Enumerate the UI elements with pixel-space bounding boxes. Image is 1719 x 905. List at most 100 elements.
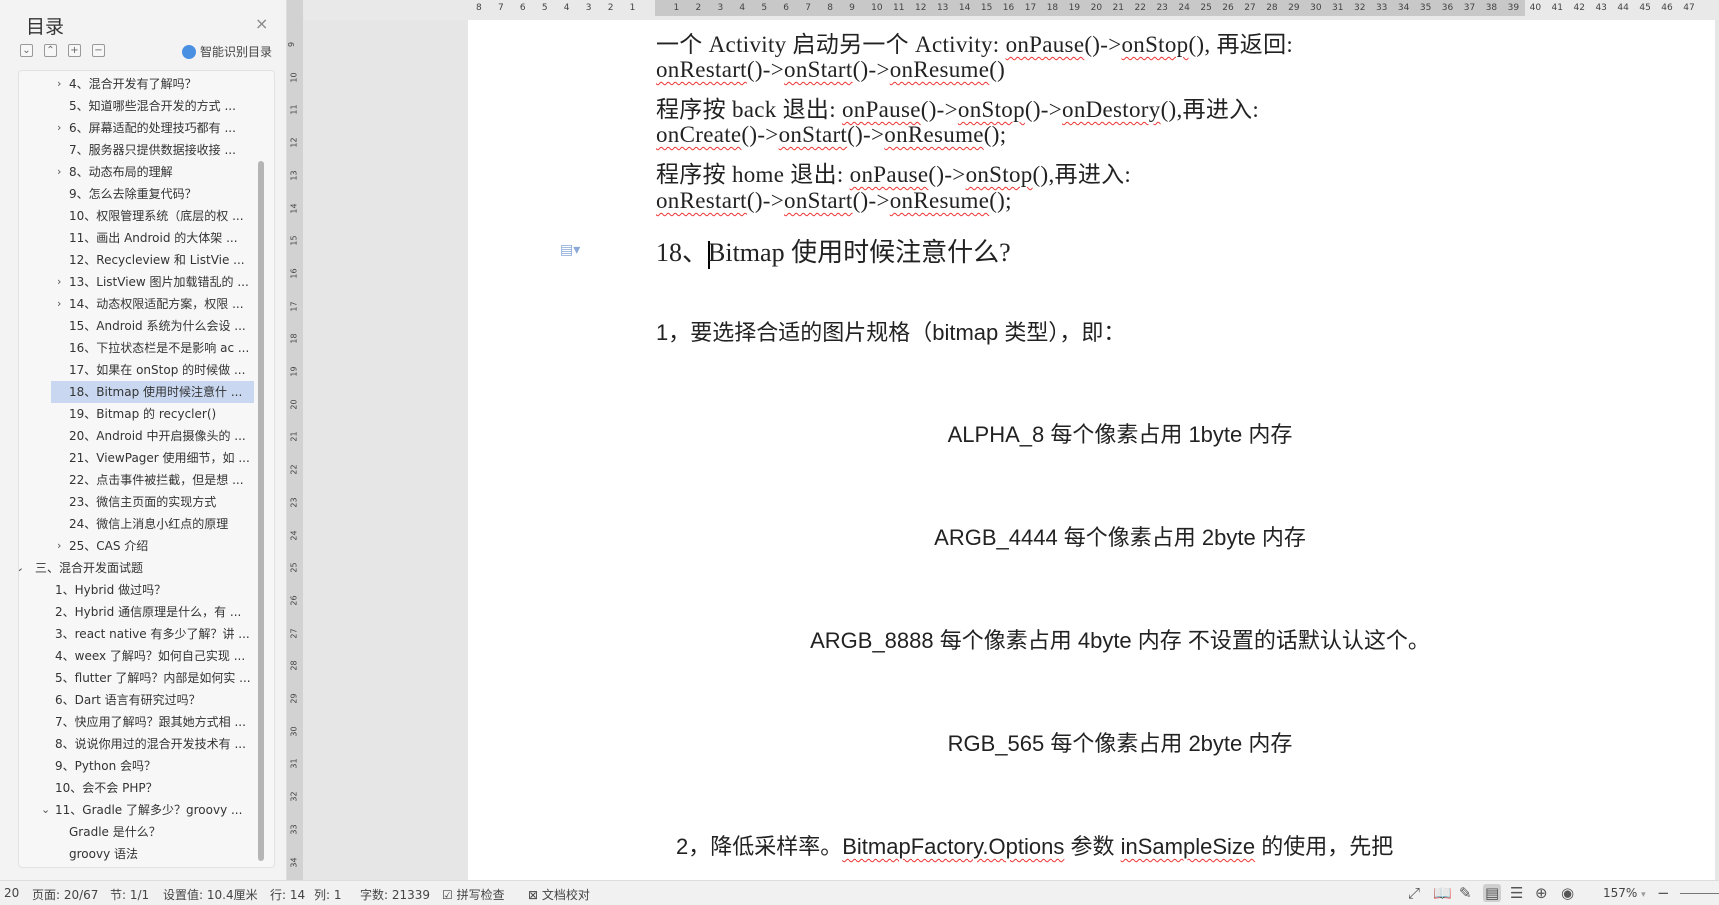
reading-mode-icon[interactable]: 📖	[1433, 884, 1452, 902]
collapse-icon[interactable]: −	[92, 44, 105, 57]
toc-item[interactable]: 24、微信上消息小红点的原理	[19, 513, 257, 535]
toc-item[interactable]: › 13、ListView 图片加载错乱的 ...	[19, 271, 257, 293]
toc-item[interactable]: 9、怎么去除重复代码？	[19, 183, 257, 205]
toc-item[interactable]: 23、微信主页面的实现方式	[19, 491, 257, 513]
zoom-level[interactable]: 157% ▾	[1603, 886, 1646, 900]
toc-item[interactable]: 7、快应用了解吗？跟其她方式相 ...	[19, 711, 257, 733]
fullscreen-icon[interactable]: ⤢	[1408, 884, 1420, 902]
toc-item-label: 三、混合开发面试题	[35, 561, 144, 575]
ruler-tick: 17	[1024, 3, 1037, 13]
toc-item[interactable]: 4、weex 了解吗？如何自己实现 ...	[19, 645, 257, 667]
doc-line: onRestart()->onStart()->onResume()	[656, 57, 1006, 82]
toc-item[interactable]: 3、react native 有多少了解？讲 ...	[19, 623, 257, 645]
page-indicator[interactable]: 页面: 20/67	[32, 886, 98, 903]
toc-item[interactable]: ⌄ 三、混合开发面试题	[19, 557, 257, 579]
ruler-tick: 30	[1310, 3, 1322, 13]
toc-item[interactable]: 15、Android 系统为什么会设 ...	[19, 315, 257, 337]
doc-line: onCreate()->onStart()->onResume();	[656, 122, 1007, 147]
smart-toc-button[interactable]: 智能识别目录	[182, 43, 272, 60]
toc-item[interactable]: 18、Bitmap 使用时候注意什 ...	[51, 381, 254, 403]
collapse-up-icon[interactable]: ⌃	[44, 44, 57, 57]
toc-item[interactable]: 10、会不会 PHP？	[19, 777, 257, 799]
zoom-slider[interactable]	[1680, 893, 1719, 894]
chevron-right-icon[interactable]: ›	[57, 73, 61, 95]
chevron-right-icon[interactable]: ›	[57, 117, 61, 139]
toc-item[interactable]: › 8、动态布局的理解	[19, 161, 257, 183]
toc-item-label: 7、服务器只提供数据接收接 ...	[69, 143, 236, 157]
toc-item[interactable]: Gradle 是什么？	[19, 821, 257, 843]
ruler-tick: 24	[289, 529, 299, 541]
toc-item[interactable]: 20、Android 中开启摄像头的 ...	[19, 425, 257, 447]
eye-protection-icon[interactable]: ◉	[1561, 884, 1574, 902]
toc-item-label: 4、混合开发有了解吗？	[69, 77, 197, 91]
word-count[interactable]: 字数: 21339	[360, 886, 430, 903]
toc-item[interactable]: 22、点击事件被拦截，但是想 ...	[19, 469, 257, 491]
ruler-tick: 42	[1573, 3, 1585, 13]
doc-line: 一个 Activity 启动另一个 Activity: onPause()->o…	[656, 32, 1294, 57]
toc-scrollbar[interactable]	[258, 161, 264, 861]
chevron-down-icon[interactable]: ⌄	[41, 799, 50, 821]
doc-line: 程序按 home 退出: onPause()->onStop(),再进入:	[656, 162, 1132, 187]
outline-view-icon[interactable]: ☰	[1510, 884, 1523, 902]
ruler-tick: 23	[289, 497, 299, 508]
proofread-button[interactable]: ⊠ 文档校对	[528, 886, 590, 903]
ruler-tick: 41	[1551, 3, 1563, 13]
toc-item-label: 22、点击事件被拦截，但是想 ...	[69, 473, 244, 487]
toc-item[interactable]: 6、Dart 语言有研究过吗？	[19, 689, 257, 711]
toc-item[interactable]: › 4、混合开发有了解吗？	[19, 73, 257, 95]
toc-item[interactable]: 17、如果在 onStop 的时候做 ...	[19, 359, 257, 381]
toc-item[interactable]: 8、说说你用过的混合开发技术有 ...	[19, 733, 257, 755]
document-page[interactable]: 一个 Activity 启动另一个 Activity: onPause()->o…	[468, 20, 1715, 880]
toc-item[interactable]: 1、Hybrid 做过吗？	[19, 579, 257, 601]
ruler-tick: 20	[1090, 3, 1103, 13]
toc-item[interactable]: groovy 语法	[19, 843, 257, 865]
toc-item[interactable]: ⌄ 11、Gradle 了解多少？groovy ...	[19, 799, 257, 821]
toc-item[interactable]: 2、Hybrid 通信原理是什么，有 ...	[19, 601, 257, 623]
toc-item-label: 2、Hybrid 通信原理是什么，有 ...	[55, 605, 242, 619]
ruler-tick: 20	[289, 399, 299, 410]
web-view-icon[interactable]: ⊕	[1535, 884, 1548, 902]
heading-text: Bitmap 使用时候注意什么?	[708, 238, 1011, 267]
ruler-tick: 25	[1200, 3, 1212, 13]
chevron-down-icon[interactable]: ⌄	[19, 557, 24, 579]
spell-check-button[interactable]: ☑ 拼写检查	[442, 886, 505, 903]
edit-pen-icon[interactable]: ✎	[1459, 884, 1472, 902]
ruler-tick: 12	[289, 137, 299, 148]
ruler-tick: 26	[289, 595, 299, 606]
toc-item[interactable]: 11、画出 Android 的大体架 ...	[19, 227, 257, 249]
toc-item[interactable]: › 6、屏幕适配的处理技巧都有 ...	[19, 117, 257, 139]
ruler-tick: 10	[289, 72, 299, 83]
ruler-tick: 25	[289, 562, 299, 573]
ruler-tick: 15	[980, 3, 993, 13]
chevron-right-icon[interactable]: ›	[57, 271, 61, 293]
toc-item[interactable]: 5、知道哪些混合开发的方式 ...	[19, 95, 257, 117]
toc-item[interactable]: 21、ViewPager 使用细节，如 ...	[19, 447, 257, 469]
toc-item-label: Gradle 是什么？	[69, 825, 161, 839]
chevron-right-icon[interactable]: ›	[57, 535, 61, 557]
toc-item[interactable]: 19、Bitmap 的 recycler()	[19, 403, 257, 425]
heading-style-icon[interactable]: ▤▾	[560, 242, 580, 258]
toc-item-label: 6、Dart 语言有研究过吗？	[55, 693, 201, 707]
chevron-right-icon[interactable]: ›	[57, 161, 61, 183]
toc-item[interactable]: 10、权限管理系统（底层的权 ...	[19, 205, 257, 227]
zoom-out-icon[interactable]: −	[1657, 884, 1670, 902]
collapse-down-icon[interactable]: ⌄	[20, 44, 33, 57]
ruler-tick: 9	[849, 3, 855, 13]
toc-item[interactable]: 7、服务器只提供数据接收接 ...	[19, 139, 257, 161]
ruler-tick: 5	[541, 3, 548, 13]
toc-panel: 目录 × ⌄ ⌃ + − 智能识别目录 › 4、混合开发有了解吗？ 5、知道哪些混合…	[0, 0, 287, 880]
toc-item[interactable]: 5、flutter 了解吗？内部是如何实 ...	[19, 667, 257, 689]
expand-icon[interactable]: +	[68, 44, 81, 57]
horizontal-ruler: 8 7 6 5 4 3 2 1 1 2 3 4 5 6 7 8 9 10 11 12 13 14 15 16 17 18 19 20 2…	[303, 0, 1719, 20]
close-icon[interactable]: ×	[255, 14, 268, 33]
toc-item-label: 1、Hybrid 做过吗？	[55, 583, 167, 597]
toc-item[interactable]: › 25、CAS 介绍	[19, 535, 257, 557]
ruler-tick: 37	[1463, 3, 1476, 13]
toc-item[interactable]: 12、Recycleview 和 ListVie ...	[19, 249, 257, 271]
chevron-right-icon[interactable]: ›	[57, 293, 61, 315]
page-view-icon[interactable]: ▤	[1483, 884, 1502, 902]
toc-item[interactable]: 9、Python 会吗？	[19, 755, 257, 777]
toc-item-label: 25、CAS 介绍	[69, 539, 149, 553]
toc-item[interactable]: › 14、动态权限适配方案，权限 ...	[19, 293, 257, 315]
toc-item[interactable]: 16、下拉状态栏是不是影响 ac ...	[19, 337, 257, 359]
